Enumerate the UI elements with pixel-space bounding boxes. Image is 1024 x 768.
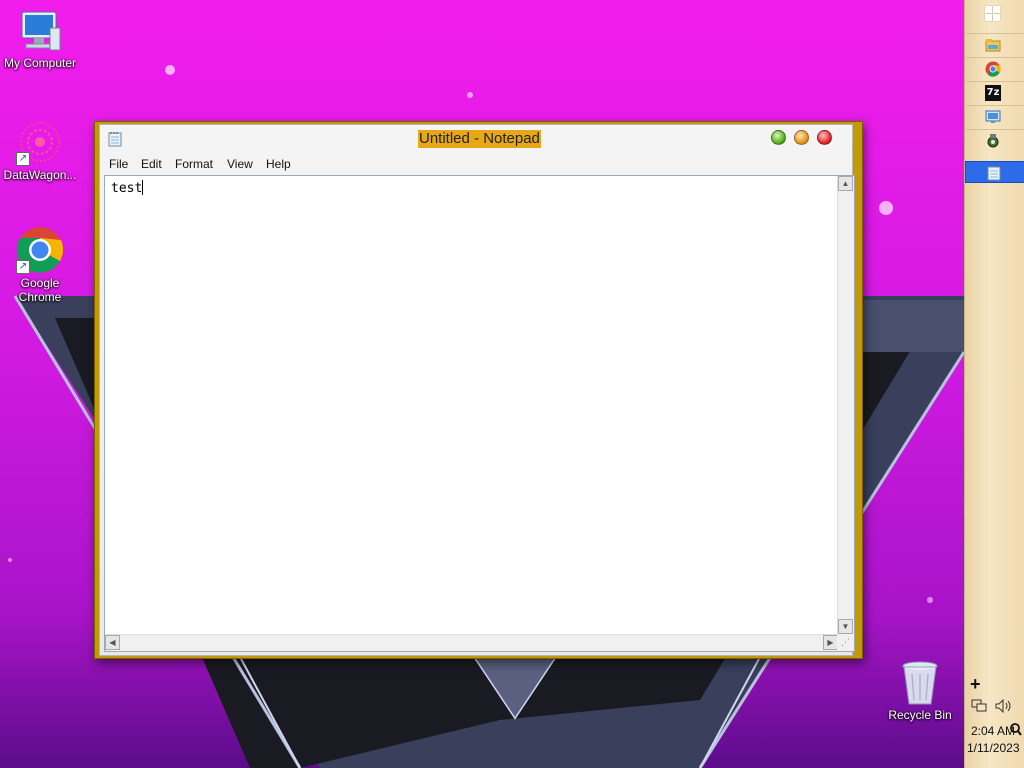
taskbar-item-file-explorer[interactable] xyxy=(965,33,1024,55)
desktop-icon-label: DataWagon... xyxy=(3,168,77,182)
taskbar-item-remote-desktop[interactable] xyxy=(965,105,1024,127)
taskbar-item-notepad[interactable] xyxy=(965,161,1024,183)
desktop-icon-recycle-bin[interactable]: Recycle Bin xyxy=(878,660,962,722)
folder-icon xyxy=(985,39,1001,52)
clock-time[interactable]: 2:04 AM xyxy=(971,724,1015,738)
window-title: Untitled - Notepad xyxy=(418,130,541,148)
clock-date[interactable]: 1/11/2023 xyxy=(967,741,1020,755)
notepad-window[interactable]: Untitled - Notepad File Edit Format View… xyxy=(94,121,863,659)
scroll-up-button[interactable]: ▲ xyxy=(838,176,853,191)
maximize-button[interactable] xyxy=(794,130,809,145)
menu-file[interactable]: File xyxy=(109,157,128,171)
chrome-icon xyxy=(985,61,1001,77)
text-caret xyxy=(142,180,144,195)
chrome-icon: ↗ xyxy=(16,226,64,274)
notepad-app-icon xyxy=(108,132,122,147)
tray-show-hidden-button[interactable]: + xyxy=(970,674,981,695)
desktop-icon-label: My Computer xyxy=(3,56,77,70)
menu-format[interactable]: Format xyxy=(175,157,213,171)
scroll-left-button[interactable]: ◀ xyxy=(105,635,120,650)
desktop-icon-label: Google Chrome xyxy=(18,276,62,304)
desktop: My Computer ↗ DataWagon... ↗ Google Chro… xyxy=(0,0,964,768)
7zip-label: 7z xyxy=(986,87,1000,98)
menu-edit[interactable]: Edit xyxy=(141,157,162,171)
menu-view[interactable]: View xyxy=(227,157,253,171)
shortcut-arrow-icon: ↗ xyxy=(16,260,30,274)
scroll-right-button[interactable]: ▶ xyxy=(823,635,838,650)
text-editor[interactable]: test ▲ ▼ ◀ ▶ ⋰ xyxy=(104,175,855,652)
taskbar-item-7zip[interactable]: 7z xyxy=(965,81,1024,103)
taskbar: 7z + 2:04 AM 1/11/2023 xyxy=(964,0,1024,768)
recycle-bin-icon xyxy=(902,661,938,705)
notepad-titlebar[interactable]: Untitled - Notepad xyxy=(100,125,852,151)
network-icon[interactable] xyxy=(971,699,987,713)
notepad-icon xyxy=(987,166,1001,181)
scroll-down-button[interactable]: ▼ xyxy=(838,619,853,634)
editor-text-line: test xyxy=(111,180,144,196)
minimize-button[interactable] xyxy=(771,130,786,145)
gear-icon xyxy=(987,134,999,148)
start-button[interactable] xyxy=(985,6,1001,22)
shortcut-arrow-icon: ↗ xyxy=(16,152,30,166)
desktop-icon-label: Recycle Bin xyxy=(888,708,952,722)
menu-help[interactable]: Help xyxy=(266,157,291,171)
volume-icon[interactable] xyxy=(995,699,1013,713)
horizontal-scrollbar[interactable]: ◀ ▶ xyxy=(105,634,838,651)
resize-grip[interactable]: ⋰ xyxy=(837,634,854,651)
7zip-icon: 7z xyxy=(985,85,1001,101)
notepad-frame: Untitled - Notepad File Edit Format View… xyxy=(99,124,855,656)
datawagon-icon: ↗ xyxy=(16,120,64,166)
close-button[interactable] xyxy=(817,130,832,145)
vertical-scrollbar[interactable]: ▲ ▼ xyxy=(837,176,854,634)
desktop-icon-google-chrome[interactable]: ↗ Google Chrome xyxy=(0,226,82,304)
computer-icon xyxy=(21,11,61,51)
menu-bar: File Edit Format View Help xyxy=(100,155,852,175)
desktop-icon-datawagon[interactable]: ↗ DataWagon... xyxy=(0,120,82,182)
taskbar-item-settings-tool[interactable] xyxy=(965,129,1024,151)
taskbar-item-chrome[interactable] xyxy=(965,57,1024,79)
search-icon[interactable] xyxy=(1010,723,1022,737)
remote-desktop-icon xyxy=(985,110,1001,123)
desktop-icon-my-computer[interactable]: My Computer xyxy=(0,8,82,70)
editor-content: test xyxy=(111,181,143,196)
